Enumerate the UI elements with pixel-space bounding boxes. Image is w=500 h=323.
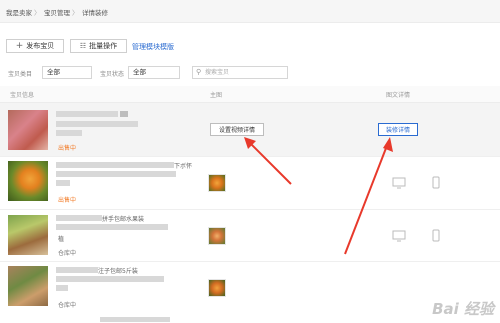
- baidu-watermark: Bai 经验: [432, 300, 494, 318]
- annotation-arrows: [244, 137, 393, 255]
- arrow-to-video-button: [244, 137, 292, 185]
- arrow-to-detail-button: [344, 137, 393, 255]
